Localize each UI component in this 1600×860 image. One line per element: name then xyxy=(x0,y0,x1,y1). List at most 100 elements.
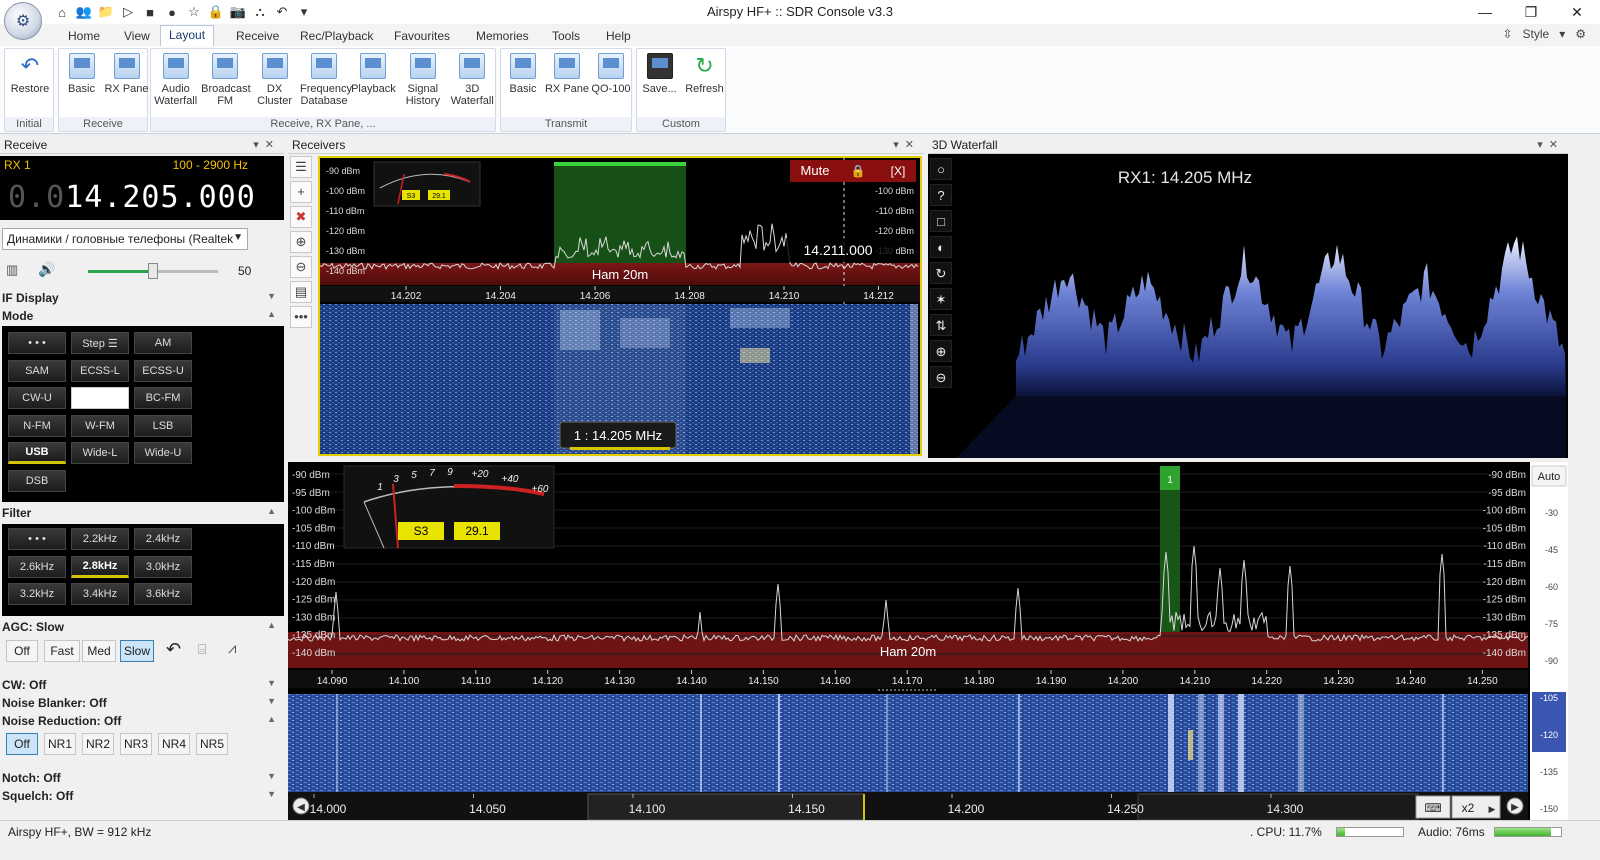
agc-fast-button[interactable]: Fast xyxy=(44,640,80,662)
cw-section[interactable]: CW: Off ▼ xyxy=(2,678,282,694)
filter-3-0khz-button[interactable]: 3.0kHz xyxy=(134,555,192,578)
playback-ribbon-button[interactable]: Playback xyxy=(349,53,397,95)
level-meter-icon[interactable]: ▥ xyxy=(6,262,18,278)
waterfall-tool-0-icon[interactable]: ○ xyxy=(930,158,952,180)
mode-wide-l-button[interactable]: Wide-L xyxy=(71,442,129,464)
receiver-spectrum-svg[interactable]: -90 dBm -100 dBm -110 dBm -120 dBm -130 dBm -… xyxy=(319,158,920,454)
tab-help[interactable]: Help xyxy=(598,27,639,45)
qat-icon-3[interactable]: ▷ xyxy=(118,2,138,22)
mode-lsb-button[interactable]: LSB xyxy=(134,414,192,437)
qat-icon-8[interactable]: 📷 xyxy=(228,2,248,22)
restore-ribbon-button[interactable]: ↶ Restore xyxy=(6,53,54,95)
tab-tools[interactable]: Tools xyxy=(544,27,588,45)
filter-2-6khz-button[interactable]: 2.6kHz xyxy=(8,555,66,578)
filter-icon[interactable]: ▤ xyxy=(290,281,312,303)
dx-cluster-ribbon-button[interactable]: DX Cluster xyxy=(251,53,299,107)
main-spectrum-svg[interactable]: -90 dBm -95 dBm -100 dBm -105 dBm -110 dBm -1… xyxy=(287,462,1568,821)
qat-icon-11[interactable]: ▾ xyxy=(294,2,314,22)
rx-frequency[interactable]: 0.014.205.000 xyxy=(8,180,256,215)
volume-slider-thumb[interactable] xyxy=(148,263,158,279)
qat-icon-10[interactable]: ↶ xyxy=(272,2,292,22)
mode-n-fm-button[interactable]: N-FM xyxy=(8,414,66,437)
tab-layout[interactable]: Layout xyxy=(160,25,215,46)
qat-icon-9[interactable]: ⛬ xyxy=(250,2,270,22)
filter-2-2khz-button[interactable]: 2.2kHz xyxy=(71,528,129,550)
squelch-section[interactable]: Squelch: Off ▼ xyxy=(2,789,282,805)
rx-pane-ribbon-button[interactable]: RX Pane xyxy=(543,53,591,95)
filter-3-4khz-button[interactable]: 3.4kHz xyxy=(71,583,129,605)
nr-nr1-button[interactable]: NR1 xyxy=(44,733,76,755)
undo-icon[interactable]: ↶ xyxy=(166,639,181,660)
waterfall-tool-1-icon[interactable]: ? xyxy=(930,184,952,206)
tab-rec-playback[interactable]: Rec/Playback xyxy=(292,27,381,45)
rx-frequency-tag[interactable]: 1 : 14.205 MHz xyxy=(574,428,662,443)
qat-icon-6[interactable]: ☆ xyxy=(184,2,204,22)
agc-graph-icon[interactable]: ⩘ xyxy=(228,640,236,657)
receiver-view[interactable]: -90 dBm -100 dBm -110 dBm -120 dBm -130 dBm -… xyxy=(318,156,922,456)
frequency-database-ribbon-button[interactable]: Frequency Database xyxy=(300,53,352,107)
refresh-ribbon-button[interactable]: ↻ Refresh xyxy=(681,53,729,95)
filter-2-4khz-button[interactable]: 2.4kHz xyxy=(134,528,192,550)
waterfall-tool-8-icon[interactable]: ⊖ xyxy=(930,366,952,388)
settings-icon[interactable]: ⚙ xyxy=(1575,27,1586,41)
filter-3-6khz-button[interactable]: 3.6kHz xyxy=(134,583,192,605)
volume-slider[interactable] xyxy=(88,263,218,279)
nr-nr5-button[interactable]: NR5 xyxy=(196,733,228,755)
zoom-out-icon[interactable]: ⊖ xyxy=(290,256,312,278)
app-menu-orb-icon[interactable]: ⚙ xyxy=(4,2,42,40)
agc-med-button[interactable]: Med xyxy=(82,640,116,662)
mode-blank-button[interactable] xyxy=(71,387,129,409)
waterfall-tool-7-icon[interactable]: ⊕ xyxy=(930,340,952,362)
qat-icon-1[interactable]: 👥 xyxy=(74,2,94,22)
qat-icon-7[interactable]: 🔒 xyxy=(206,2,226,22)
save-ribbon-button[interactable]: Save... xyxy=(636,53,684,95)
mode-blank-button[interactable]: • • • xyxy=(8,332,66,354)
waterfall-tool-4-icon[interactable]: ↻ xyxy=(930,262,952,284)
agc-settings-icon[interactable]: ⌸ xyxy=(198,641,206,658)
audio-waterfall-ribbon-button[interactable]: Audio Waterfall xyxy=(152,53,200,107)
nr-nr4-button[interactable]: NR4 xyxy=(158,733,190,755)
rx1-passband-marker[interactable] xyxy=(1160,466,1180,632)
nr-nr3-button[interactable]: NR3 xyxy=(120,733,152,755)
auto-scale-button[interactable]: Auto xyxy=(1538,471,1561,483)
filter-section[interactable]: Filter ▲ xyxy=(2,506,282,522)
waterfall-tool-6-icon[interactable]: ⇅ xyxy=(930,314,952,336)
qo-100-ribbon-button[interactable]: QO-100 xyxy=(587,53,635,95)
audio-device-select[interactable]: Динамики / головные телефоны (Realtek ▼ xyxy=(2,228,248,250)
panel-pin-close-icon[interactable]: ▾✕ xyxy=(253,136,280,154)
panel-pin-close-icon[interactable]: ▾✕ xyxy=(1537,136,1564,154)
mode-ecss-u-button[interactable]: ECSS-U xyxy=(134,359,192,382)
add-receiver-icon[interactable]: + xyxy=(290,181,312,203)
tab-home[interactable]: Home xyxy=(60,27,108,45)
mode-wide-u-button[interactable]: Wide-U xyxy=(134,442,192,464)
if-display-section[interactable]: IF Display ▼ xyxy=(2,291,282,307)
noise-reduction-section[interactable]: Noise Reduction: Off ▲ xyxy=(2,714,282,730)
mode-cw-u-button[interactable]: CW-U xyxy=(8,387,66,409)
3d-waterfall-ribbon-button[interactable]: 3D Waterfall xyxy=(448,53,496,107)
menu-icon[interactable]: ☰ xyxy=(290,156,312,178)
speaker-icon[interactable]: 🔊 xyxy=(38,261,55,278)
mode-dsb-button[interactable]: DSB xyxy=(8,469,66,492)
mute-button[interactable]: Mute xyxy=(801,163,830,178)
mode-ecss-l-button[interactable]: ECSS-L xyxy=(71,359,129,382)
mode-bc-fm-button[interactable]: BC-FM xyxy=(134,387,192,409)
basic-ribbon-button[interactable]: Basic xyxy=(58,53,106,95)
signal-history-ribbon-button[interactable]: Signal History xyxy=(399,53,447,107)
close-receiver-button[interactable]: [X] xyxy=(891,164,906,178)
qat-icon-5[interactable]: ● xyxy=(162,2,182,22)
mode-step-button[interactable]: Step ☰ xyxy=(71,332,129,354)
passband-top-edge[interactable] xyxy=(554,162,686,166)
maximize-button[interactable]: ❐ xyxy=(1508,0,1554,24)
waterfall-3d-view[interactable]: RX1: 14.205 MHz xyxy=(956,156,1566,458)
mode-usb-button[interactable]: USB xyxy=(8,442,66,464)
basic-ribbon-button[interactable]: Basic xyxy=(499,53,547,95)
tab-receive[interactable]: Receive xyxy=(228,27,287,45)
style-selector[interactable]: ⇳ Style ▾ ⚙ xyxy=(1502,27,1586,41)
waterfall-tool-5-icon[interactable]: ✶ xyxy=(930,288,952,310)
rx-pane-ribbon-button[interactable]: RX Pane xyxy=(103,53,151,95)
remove-receiver-icon[interactable]: ✖ xyxy=(290,206,312,228)
filter-blank-button[interactable]: • • • xyxy=(8,528,66,550)
mode-w-fm-button[interactable]: W-FM xyxy=(71,414,129,437)
waterfall-tool-3-icon[interactable]: ◐ xyxy=(930,236,952,258)
nr-nr2-button[interactable]: NR2 xyxy=(82,733,114,755)
